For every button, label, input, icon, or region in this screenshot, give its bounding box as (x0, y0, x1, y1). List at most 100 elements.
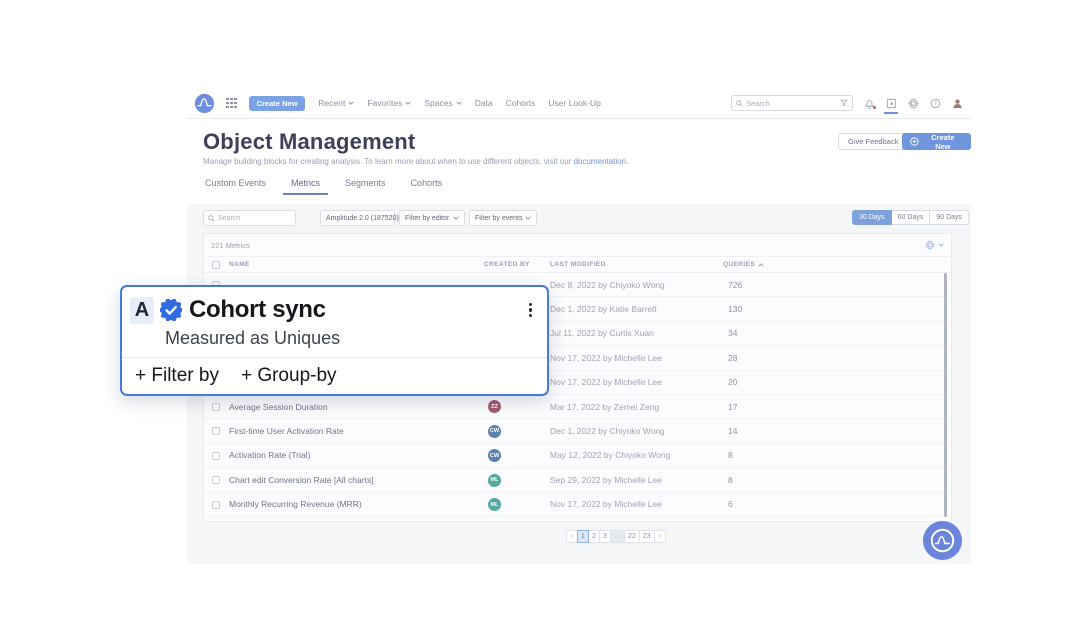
table-row[interactable]: Monthly Recurring Revenue (MRR) ML Nov 1… (204, 493, 951, 517)
pagination-page-23[interactable]: 23 (639, 530, 655, 543)
workspace-window-icon[interactable] (885, 97, 897, 109)
documentation-link[interactable]: documentation. (574, 157, 629, 166)
card-actions: + Filter by + Group-by (122, 358, 547, 394)
app-switcher-icon[interactable] (226, 98, 237, 109)
queries-count: 726 (728, 273, 742, 296)
day-range-90[interactable]: 90 Days (929, 210, 969, 225)
column-header-created-by[interactable]: CREATED BY (484, 257, 530, 272)
filter-by-events-dropdown[interactable]: Filter by events (469, 210, 537, 226)
filter-funnel-icon[interactable] (840, 99, 848, 107)
queries-count: 34 (728, 322, 737, 345)
pagination-page-22[interactable]: 22 (624, 530, 640, 543)
select-all-checkbox[interactable] (212, 261, 220, 269)
last-modified: Sep 29, 2022 by Michelle Lee (550, 468, 662, 491)
amplitude-logo-icon[interactable] (194, 93, 215, 114)
row-checkbox[interactable] (212, 452, 220, 460)
amplitude-app: Create New Recent Favorites Spaces Data … (0, 0, 1083, 640)
settings-gear-icon[interactable] (907, 97, 919, 109)
last-modified: Dec 8, 2022 by Chiyoko Wong (550, 273, 665, 296)
chevron-down-icon (348, 101, 354, 105)
tab-metrics[interactable]: Metrics (289, 178, 322, 195)
last-modified: Nov 17, 2022 by Michelle Lee (550, 371, 662, 394)
day-range-segmented-control: 30 Days 60 Days 90 Days (852, 210, 969, 225)
global-search-input[interactable] (746, 99, 837, 108)
nav-item-spaces[interactable]: Spaces (424, 98, 461, 108)
user-avatar[interactable] (951, 97, 963, 109)
verified-badge-icon (160, 299, 182, 321)
created-by-avatar: CW (488, 449, 501, 462)
create-new-button[interactable]: Create New (249, 96, 306, 111)
notification-dot (873, 106, 877, 110)
metric-name: Monthly Recurring Revenue (MRR) (229, 493, 362, 516)
pagination-ellipsis: … (610, 530, 625, 543)
table-header: NAME CREATED BY LAST MODIFIED QUERIES (204, 256, 951, 273)
table-row[interactable]: Average Session Duration ZZ Mar 17, 2022… (204, 395, 951, 419)
metric-name: First-time User Activation Rate (229, 419, 344, 442)
metric-title: Cohort sync (189, 296, 326, 324)
tab-cohorts[interactable]: Cohorts (409, 178, 445, 195)
svg-text:?: ? (933, 100, 936, 107)
queries-count: 14 (728, 419, 737, 442)
row-checkbox[interactable] (212, 403, 220, 411)
nav-item-label: Spaces (424, 98, 452, 108)
nav-item-cohorts[interactable]: Cohorts (506, 98, 536, 108)
pagination-next[interactable]: › (654, 530, 666, 543)
created-by-avatar: CW (488, 425, 501, 438)
metric-name: Chart edit Conversion Rate [All charts] (229, 468, 374, 491)
subtitle-text: Manage building blocks for creating anal… (203, 157, 574, 166)
pagination-page-1[interactable]: 1 (577, 530, 589, 543)
day-range-30[interactable]: 30 Days (852, 210, 892, 225)
filter-by-editor-value: Filter by editor (405, 215, 449, 222)
table-row[interactable]: First-time User Activation Rate CW Dec 1… (204, 419, 951, 443)
project-dropdown-value: Amplitude 2.0 (187520) (326, 215, 399, 222)
last-modified: May 12, 2022 by Chiyoko Wong (550, 444, 670, 467)
nav-item-data[interactable]: Data (475, 98, 493, 108)
nav-item-recent[interactable]: Recent (318, 98, 354, 108)
amplitude-floating-button[interactable] (922, 520, 963, 561)
column-settings-control[interactable] (925, 240, 944, 250)
tab-custom-events[interactable]: Custom Events (203, 178, 268, 195)
nav-item-user-lookup[interactable]: User Look-Up (548, 98, 600, 108)
give-feedback-button[interactable]: Give Feedback (838, 133, 908, 150)
metrics-search[interactable] (203, 210, 296, 226)
filter-by-button[interactable]: + Filter by (135, 365, 219, 387)
measured-as-label: Measured as Uniques (165, 328, 340, 349)
nav-item-label: User Look-Up (548, 98, 600, 108)
column-header-queries[interactable]: QUERIES (723, 257, 764, 272)
letter-tile: A (130, 297, 154, 324)
table-scrollbar[interactable] (944, 273, 947, 517)
global-search[interactable] (731, 95, 853, 111)
page-header: Object Management Manage building blocks… (187, 120, 971, 204)
group-by-button[interactable]: + Group-by (241, 365, 337, 387)
row-checkbox[interactable] (212, 427, 220, 435)
filter-by-editor-dropdown[interactable]: Filter by editor (399, 210, 465, 226)
more-options-icon[interactable] (526, 300, 535, 321)
metric-name: Activation Rate (Trial) (229, 444, 310, 467)
row-checkbox[interactable] (212, 501, 220, 509)
table-row[interactable]: Chart edit Conversion Rate [All charts] … (204, 468, 951, 492)
row-checkbox[interactable] (212, 476, 220, 484)
nav-item-label: Recent (318, 98, 345, 108)
column-header-name[interactable]: NAME (229, 257, 250, 272)
nav-item-label: Cohorts (506, 98, 536, 108)
page-subtitle: Manage building blocks for creating anal… (203, 157, 628, 166)
project-dropdown[interactable]: Amplitude 2.0 (187520) (320, 210, 395, 226)
notifications-bell-icon[interactable] (863, 97, 875, 109)
queries-count: 17 (728, 395, 737, 418)
last-modified: Dec 1, 2022 by Chiyoko Wong (550, 419, 665, 442)
last-modified: Mar 17, 2022 by Zemei Zeng (550, 395, 659, 418)
table-row[interactable]: Activation Rate (Trial) CW May 12, 2022 … (204, 444, 951, 468)
plus-circle-icon (910, 137, 919, 146)
last-modified: Jul 11, 2022 by Curtis Xuan (550, 322, 654, 345)
metric-name: Average Session Duration (229, 395, 328, 418)
gear-icon (925, 240, 935, 250)
metrics-search-input[interactable] (218, 215, 291, 222)
last-modified: Nov 17, 2022 by Michelle Lee (550, 493, 662, 516)
column-header-last-modified[interactable]: LAST MODIFIED (550, 257, 606, 272)
help-icon[interactable]: ? (929, 97, 941, 109)
create-new-header-button[interactable]: Create New (902, 133, 971, 150)
day-range-60[interactable]: 60 Days (891, 210, 931, 225)
nav-item-favorites[interactable]: Favorites (367, 98, 411, 108)
tab-segments[interactable]: Segments (343, 178, 388, 195)
card-header: A Cohort sync (130, 295, 535, 325)
